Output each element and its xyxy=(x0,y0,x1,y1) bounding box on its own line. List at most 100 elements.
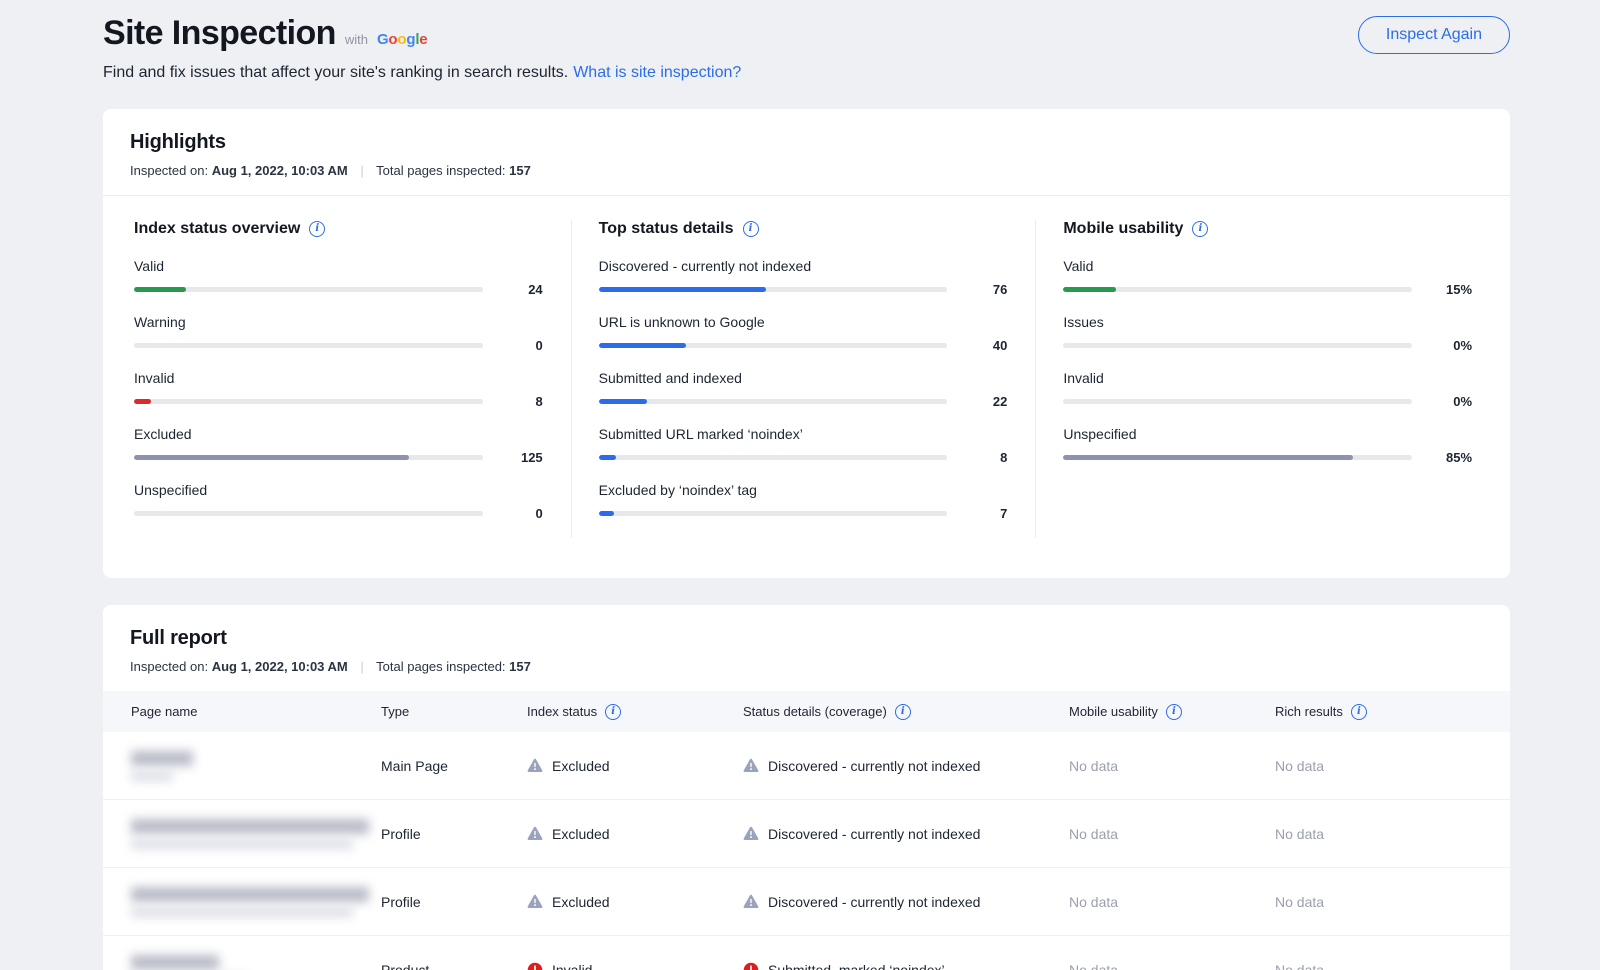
panel-index-status-overview: Index status overviewValid24Warning0Inva… xyxy=(134,220,543,538)
progress-bar-track xyxy=(1063,287,1412,292)
inspect-again-button[interactable]: Inspect Again xyxy=(1358,16,1510,54)
metric-value: 40 xyxy=(961,338,1007,353)
metric-label: Excluded by ‘noindex’ tag xyxy=(599,482,1008,498)
page-type: Main Page xyxy=(381,758,527,774)
progress-bar-track xyxy=(1063,399,1412,404)
progress-bar-track xyxy=(1063,455,1412,460)
inspected-on-label: Inspected on: xyxy=(130,659,208,674)
metric-value: 0 xyxy=(497,506,543,521)
metric-label: Submitted and indexed xyxy=(599,370,1008,386)
highlights-meta: Inspected on: Aug 1, 2022, 10:03 AM | To… xyxy=(130,163,1482,178)
rich-results-value: No data xyxy=(1275,894,1482,910)
info-icon[interactable] xyxy=(1351,704,1367,720)
metric-label: Invalid xyxy=(134,370,543,386)
full-report-card: Full report Inspected on: Aug 1, 2022, 1… xyxy=(103,605,1510,970)
progress-bar-fill xyxy=(1063,287,1115,292)
mobile-usability-value: No data xyxy=(1069,894,1275,910)
page-type: Profile xyxy=(381,826,527,842)
warning-icon xyxy=(527,758,543,773)
page-name-redacted xyxy=(131,819,381,849)
redacted-text-block xyxy=(131,771,173,781)
what-is-site-inspection-link[interactable]: What is site inspection? xyxy=(573,64,741,81)
metric-issues: Issues0% xyxy=(1063,314,1472,353)
panel-mobile-usability: Mobile usabilityValid15%Issues0%Invalid0… xyxy=(1035,220,1472,538)
panel-title: Mobile usability xyxy=(1063,220,1472,238)
table-body: Main PageExcludedDiscovered - currently … xyxy=(103,732,1510,970)
info-icon[interactable] xyxy=(1166,704,1182,720)
metric-value: 7 xyxy=(961,506,1007,521)
metric-discovered-currently-not-indexed: Discovered - currently not indexed76 xyxy=(599,258,1008,297)
inspected-on-value: Aug 1, 2022, 10:03 AM xyxy=(212,659,348,674)
inspected-on-label: Inspected on: xyxy=(130,163,208,178)
column-header-page-name: Page name xyxy=(131,704,381,719)
metric-label: Unspecified xyxy=(134,482,543,498)
rich-results-value: No data xyxy=(1275,962,1482,970)
metric-label: Submitted URL marked ‘noindex’ xyxy=(599,426,1008,442)
table-row[interactable]: ProfileExcludedDiscovered - currently no… xyxy=(103,800,1510,868)
mobile-usability-value: No data xyxy=(1069,758,1275,774)
rich-results-value: No data xyxy=(1275,826,1482,842)
metric-value: 0 xyxy=(497,338,543,353)
table-row[interactable]: ProfileExcludedDiscovered - currently no… xyxy=(103,868,1510,936)
metric-excluded: Excluded125 xyxy=(134,426,543,465)
redacted-text-block xyxy=(131,819,369,834)
page-header: Site Inspection with Google Find and fix… xyxy=(0,0,1600,82)
metric-value: 8 xyxy=(497,394,543,409)
progress-bar-track xyxy=(134,343,483,348)
progress-bar-track xyxy=(134,455,483,460)
mobile-usability-value: No data xyxy=(1069,826,1275,842)
total-pages-label: Total pages inspected: xyxy=(376,659,505,674)
progress-bar-track xyxy=(134,511,483,516)
progress-bar-fill xyxy=(134,455,409,460)
warning-icon xyxy=(743,894,759,909)
info-icon[interactable] xyxy=(743,221,759,237)
report-meta: Inspected on: Aug 1, 2022, 10:03 AM | To… xyxy=(130,659,1482,674)
info-icon[interactable] xyxy=(895,704,911,720)
metric-value: 22 xyxy=(961,394,1007,409)
table-row[interactable]: Main PageExcludedDiscovered - currently … xyxy=(103,732,1510,800)
status-details: Discovered - currently not indexed xyxy=(743,758,1069,774)
mobile-usability-value: No data xyxy=(1069,962,1275,970)
column-header-rich-results: Rich results xyxy=(1275,704,1482,720)
redacted-text-block xyxy=(131,907,353,917)
progress-bar-fill xyxy=(599,455,616,460)
panel-top-status-details: Top status details Discovered - currently… xyxy=(571,220,1008,538)
progress-bar-fill xyxy=(1063,455,1352,460)
info-icon[interactable] xyxy=(605,704,621,720)
metric-submitted-url-marked-noindex: Submitted URL marked ‘noindex’8 xyxy=(599,426,1008,465)
page-name-redacted xyxy=(131,887,381,917)
metric-warning: Warning0 xyxy=(134,314,543,353)
panel-title: Top status details xyxy=(599,220,1008,238)
metric-label: URL is unknown to Google xyxy=(599,314,1008,330)
table-row[interactable]: ProductInvalidSubmitted, marked ‘noindex… xyxy=(103,936,1510,970)
report-table: Page nameTypeIndex statusStatus details … xyxy=(103,691,1510,970)
info-icon[interactable] xyxy=(1192,221,1208,237)
index-status: Excluded xyxy=(527,894,743,910)
progress-bar-fill xyxy=(134,287,186,292)
meta-separator: | xyxy=(360,659,363,674)
metric-value: 85% xyxy=(1426,450,1472,465)
progress-bar-track xyxy=(599,287,948,292)
page-name-redacted xyxy=(131,751,381,781)
page-type: Product xyxy=(381,962,527,970)
metric-submitted-and-indexed: Submitted and indexed 22 xyxy=(599,370,1008,409)
progress-bar-fill xyxy=(134,399,151,404)
metric-value: 0% xyxy=(1426,338,1472,353)
inspected-on-value: Aug 1, 2022, 10:03 AM xyxy=(212,163,348,178)
status-details: Discovered - currently not indexed xyxy=(743,894,1069,910)
metric-value: 15% xyxy=(1426,282,1472,297)
progress-bar-fill xyxy=(599,287,766,292)
progress-bar-track xyxy=(599,343,948,348)
highlights-header: Highlights Inspected on: Aug 1, 2022, 10… xyxy=(103,109,1510,196)
with-label: with xyxy=(345,32,368,47)
info-icon[interactable] xyxy=(309,221,325,237)
metric-label: Discovered - currently not indexed xyxy=(599,258,1008,274)
metric-valid: Valid15% xyxy=(1063,258,1472,297)
metric-unspecified: Unspecified85% xyxy=(1063,426,1472,465)
warning-icon xyxy=(743,758,759,773)
page-subtitle: Find and fix issues that affect your sit… xyxy=(103,64,568,81)
redacted-text-block xyxy=(131,955,219,970)
progress-bar-track xyxy=(1063,343,1412,348)
redacted-text-block xyxy=(131,887,369,902)
warning-icon xyxy=(527,826,543,841)
